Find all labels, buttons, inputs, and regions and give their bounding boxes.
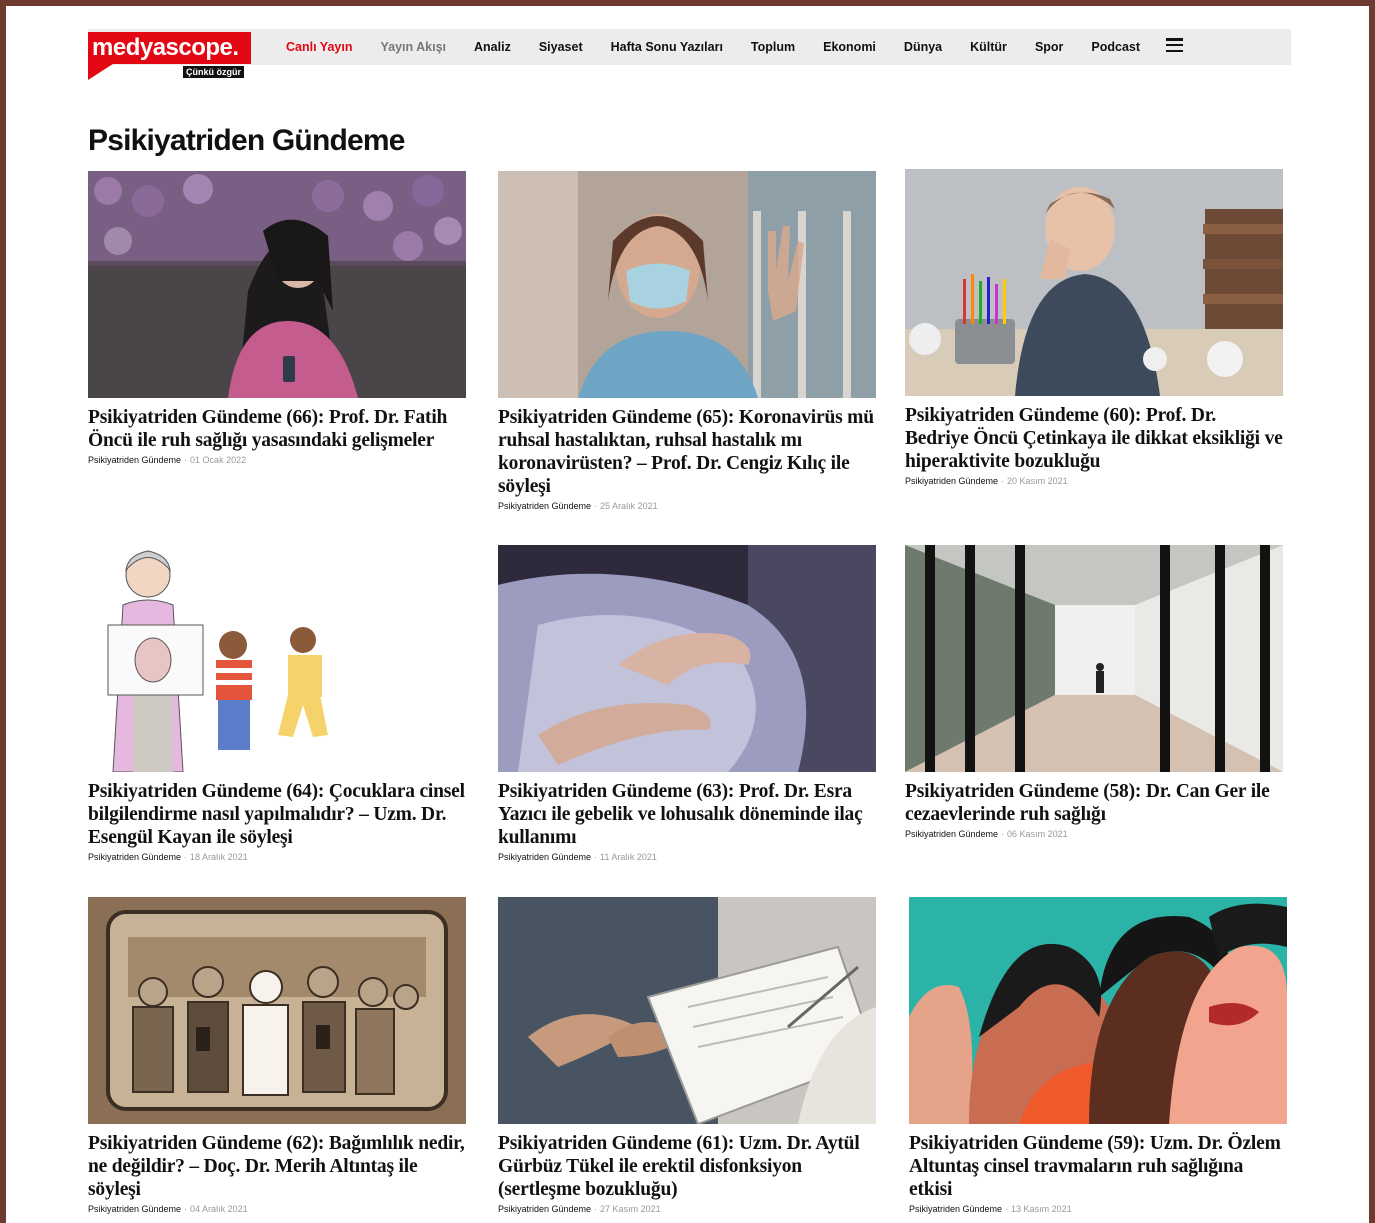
article-date: 18 Aralık 2021	[190, 852, 248, 862]
article-meta: Psikiyatriden Gündeme · 06 Kasım 2021	[905, 829, 1068, 839]
article-card: Psikiyatriden Gündeme (61): Uzm. Dr. Ayt…	[498, 897, 876, 1215]
phones-crowd-illustration[interactable]	[88, 897, 466, 1124]
nav-item-ekonomi[interactable]: Ekonomi	[823, 40, 876, 54]
article-meta: Psikiyatriden Gündeme · 04 Aralık 2021	[88, 1204, 248, 1214]
site-logo[interactable]: medyascope. Çünkü özgür	[88, 32, 251, 82]
article-meta: Psikiyatriden Gündeme · 27 Kasım 2021	[498, 1204, 661, 1214]
article-card: Psikiyatriden Gündeme (62): Bağımlılık n…	[88, 897, 466, 1215]
article-title[interactable]: Psikiyatriden Gündeme (59): Uzm. Dr. Özl…	[909, 1132, 1287, 1201]
nav-item-dunya[interactable]: Dünya	[904, 40, 942, 54]
article-title[interactable]: Psikiyatriden Gündeme (62): Bağımlılık n…	[88, 1132, 466, 1201]
article-category[interactable]: Psikiyatriden Gündeme	[905, 829, 998, 839]
article-meta: Psikiyatriden Gündeme · 25 Aralık 2021	[498, 501, 658, 511]
logo-tail-shape	[88, 62, 116, 80]
bored-boy-desk-photo[interactable]	[905, 169, 1283, 396]
women-profiles-illustration[interactable]	[909, 897, 1287, 1124]
article-card: Psikiyatriden Gündeme (60): Prof. Dr. Be…	[905, 169, 1283, 487]
article-title[interactable]: Psikiyatriden Gündeme (60): Prof. Dr. Be…	[905, 404, 1283, 473]
article-card: Psikiyatriden Gündeme (66): Prof. Dr. Fa…	[88, 171, 466, 466]
article-card: Psikiyatriden Gündeme (58): Dr. Can Ger …	[905, 545, 1283, 840]
article-meta: Psikiyatriden Gündeme · 18 Aralık 2021	[88, 852, 248, 862]
hamburger-menu-icon[interactable]	[1166, 38, 1183, 53]
nav-item-yayin-akisi[interactable]: Yayın Akışı	[380, 40, 446, 54]
article-date: 13 Kasım 2021	[1011, 1204, 1072, 1214]
hands-pillow-photo[interactable]	[498, 545, 876, 772]
logo-text: medyascope.	[88, 32, 251, 64]
article-meta: Psikiyatriden Gündeme · 20 Kasım 2021	[905, 476, 1068, 486]
nav-item-analiz[interactable]: Analiz	[474, 40, 511, 54]
page-frame: medyascope. Çünkü özgür Canlı Yayın Yayı…	[6, 6, 1369, 1223]
article-date: 25 Aralık 2021	[600, 501, 658, 511]
article-meta: Psikiyatriden Gündeme · 01 Ocak 2022	[88, 455, 247, 465]
article-date: 04 Aralık 2021	[190, 1204, 248, 1214]
article-date: 11 Aralık 2021	[600, 852, 657, 862]
article-card: Psikiyatriden Gündeme (59): Uzm. Dr. Özl…	[909, 897, 1287, 1215]
article-date: 01 Ocak 2022	[190, 455, 247, 465]
article-title[interactable]: Psikiyatriden Gündeme (61): Uzm. Dr. Ayt…	[498, 1132, 876, 1201]
nav-item-kultur[interactable]: Kültür	[970, 40, 1007, 54]
article-meta: Psikiyatriden Gündeme · 13 Kasım 2021	[909, 1204, 1072, 1214]
article-card: Psikiyatriden Gündeme (65): Koronavirüs …	[498, 171, 876, 512]
doctor-clipboard-photo[interactable]	[498, 897, 876, 1124]
article-card: Psikiyatriden Gündeme (64): Çocuklara ci…	[88, 545, 466, 863]
page-title: Psikiyatriden Gündeme	[88, 124, 405, 157]
article-title[interactable]: Psikiyatriden Gündeme (64): Çocuklara ci…	[88, 780, 466, 849]
nav-item-podcast[interactable]: Podcast	[1091, 40, 1140, 54]
article-category[interactable]: Psikiyatriden Gündeme	[905, 476, 998, 486]
article-category[interactable]: Psikiyatriden Gündeme	[88, 852, 181, 862]
woman-mask-window-photo[interactable]	[498, 171, 876, 398]
article-category[interactable]: Psikiyatriden Gündeme	[498, 1204, 591, 1214]
article-title[interactable]: Psikiyatriden Gündeme (58): Dr. Can Ger …	[905, 780, 1283, 826]
nav-item-spor[interactable]: Spor	[1035, 40, 1063, 54]
article-category[interactable]: Psikiyatriden Gündeme	[498, 501, 591, 511]
article-title[interactable]: Psikiyatriden Gündeme (65): Koronavirüs …	[498, 406, 876, 498]
nav-item-toplum[interactable]: Toplum	[751, 40, 795, 54]
article-category[interactable]: Psikiyatriden Gündeme	[498, 852, 591, 862]
prison-corridor-photo[interactable]	[905, 545, 1283, 772]
article-date: 06 Kasım 2021	[1007, 829, 1068, 839]
article-title[interactable]: Psikiyatriden Gündeme (63): Prof. Dr. Es…	[498, 780, 876, 849]
girl-with-mask-photo[interactable]	[88, 171, 466, 398]
nav-item-siyaset[interactable]: Siyaset	[539, 40, 583, 54]
children-illustration[interactable]	[88, 545, 466, 772]
logo-tagline: Çünkü özgür	[183, 66, 244, 78]
nav-item-hafta-sonu-yazilari[interactable]: Hafta Sonu Yazıları	[611, 40, 723, 54]
article-category[interactable]: Psikiyatriden Gündeme	[88, 1204, 181, 1214]
article-card: Psikiyatriden Gündeme (63): Prof. Dr. Es…	[498, 545, 876, 863]
main-nav: Canlı Yayın Yayın Akışı Analiz Siyaset H…	[286, 29, 1168, 65]
article-date: 27 Kasım 2021	[600, 1204, 661, 1214]
article-category[interactable]: Psikiyatriden Gündeme	[909, 1204, 1002, 1214]
nav-item-canli-yayin[interactable]: Canlı Yayın	[286, 40, 352, 54]
article-title[interactable]: Psikiyatriden Gündeme (66): Prof. Dr. Fa…	[88, 406, 466, 452]
article-category[interactable]: Psikiyatriden Gündeme	[88, 455, 181, 465]
article-date: 20 Kasım 2021	[1007, 476, 1068, 486]
article-meta: Psikiyatriden Gündeme · 11 Aralık 2021	[498, 852, 657, 862]
